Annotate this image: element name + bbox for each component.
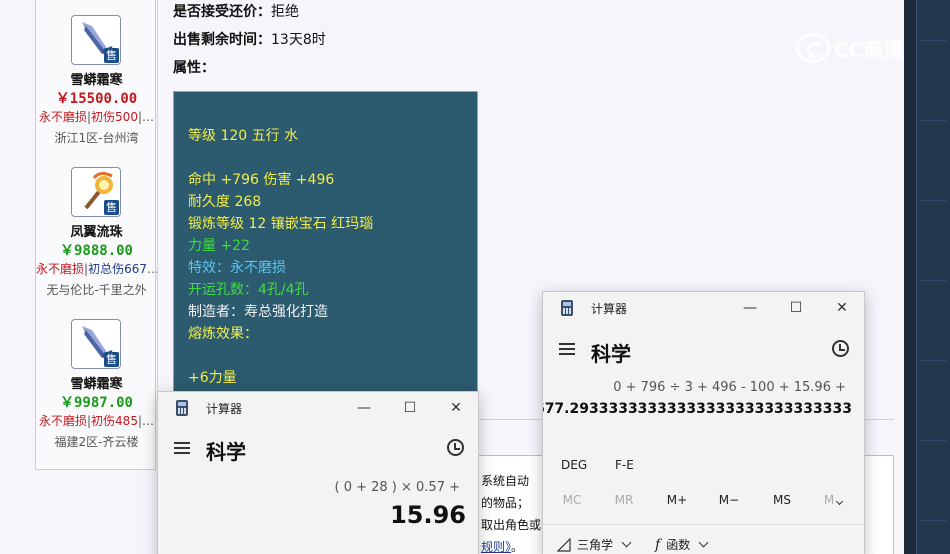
attributes-label: 属性：: [173, 60, 215, 76]
function-icon: f: [655, 536, 661, 553]
tag-no-wear: 永不磨损: [38, 414, 87, 428]
tag-damage: 初总伤667: [88, 262, 147, 276]
attr-line: 命中 +796 伤害 +496: [188, 172, 335, 188]
tag-damage: 初伤485: [91, 414, 138, 428]
item-name[interactable]: 雪蟒霜寒: [36, 373, 157, 392]
accept-offer-label: 是否接受还价：: [173, 4, 271, 20]
item-name[interactable]: 雪蟒霜寒: [36, 69, 157, 88]
attr-line: 等级 120 五行 水: [188, 128, 299, 144]
chevron-down-icon: [621, 537, 632, 548]
function-label: 函数: [666, 538, 691, 552]
rules-link[interactable]: 规则》: [481, 540, 511, 554]
attr-line: 制造者：寿总强化打造: [188, 304, 328, 320]
history-icon[interactable]: [832, 340, 849, 357]
chevron-down-icon: [698, 537, 709, 548]
memory-store-button[interactable]: MS: [756, 493, 808, 507]
trigonometry-dropdown[interactable]: 三角学: [557, 536, 632, 553]
memory-recall-button[interactable]: MR: [598, 493, 650, 507]
menu-icon[interactable]: [559, 343, 575, 355]
history-icon[interactable]: [447, 439, 464, 456]
recommended-items-sidebar: 售 雪蟒霜寒 ￥15500.00 永不磨损|初伤500|… 浙江1区-台州湾 售…: [35, 0, 157, 470]
item-name[interactable]: 凤翼流珠: [36, 221, 157, 240]
tag-more: |…: [137, 110, 154, 124]
calculator-titlebar[interactable]: 计算器 — ☐ ✕: [158, 392, 478, 424]
menu-icon[interactable]: [174, 442, 190, 454]
angle-mode-button[interactable]: DEG: [561, 458, 587, 472]
trigonometry-label: 三角学: [577, 538, 614, 552]
expression-display: ( 0 + 28 ) × 0.57 +: [334, 480, 460, 495]
attr-line: 力量 +22: [188, 238, 250, 254]
close-button[interactable]: ✕: [433, 394, 478, 422]
watermark-text: CC商播: [834, 37, 904, 62]
minimize-button[interactable]: —: [341, 394, 387, 422]
memory-clear-button[interactable]: MC: [546, 493, 598, 507]
rules-line: 系统自动: [481, 474, 530, 488]
close-button[interactable]: ✕: [819, 294, 864, 322]
item-tags: 永不磨损|初伤485|…: [38, 414, 154, 428]
calculator-window-left[interactable]: 计算器 — ☐ ✕ 科学 ( 0 + 28 ) × 0.57 + 15.96: [157, 391, 479, 554]
sale-badge: 售: [104, 352, 119, 367]
accept-offer-row: 是否接受还价：拒绝: [173, 1, 299, 21]
tag-no-wear: 永不磨损: [38, 110, 87, 124]
tag-more: |…: [137, 414, 154, 428]
calculator-app-icon: [176, 400, 188, 416]
rules-line: 规则》。: [481, 540, 524, 554]
window-title: 计算器: [206, 402, 243, 416]
item-tags: 永不磨损|初总伤667…: [36, 260, 157, 277]
rules-line: 取出角色或: [481, 518, 542, 532]
calculator-titlebar[interactable]: 计算器 — ☐ ✕: [543, 292, 864, 324]
tag-damage: 初伤500: [91, 110, 138, 124]
item-server: 福建2区-齐云楼: [54, 435, 139, 449]
item-price: ￥9987.00: [59, 395, 133, 411]
item-tags: 永不磨损|初伤500|…: [38, 110, 154, 124]
function-dropdown[interactable]: f 函数: [655, 536, 709, 553]
result-display: 15.96: [390, 501, 466, 529]
cc-logo-icon: [796, 33, 830, 63]
memory-add-button[interactable]: M+: [651, 493, 703, 507]
window-title: 计算器: [591, 302, 628, 316]
maximize-button[interactable]: ☐: [773, 294, 819, 322]
attr-line: 耐久度 268: [188, 194, 262, 210]
accept-offer-value: 拒绝: [271, 4, 299, 20]
item-price: ￥15500.00: [55, 91, 138, 107]
minimize-button[interactable]: —: [727, 294, 773, 322]
maximize-button[interactable]: ☐: [387, 394, 433, 422]
triangle-icon: [557, 537, 571, 552]
tag-no-wear: 永不磨损: [36, 262, 85, 276]
item-server: 浙江1区-台州湾: [54, 131, 139, 145]
item-price: ￥9888.00: [59, 243, 133, 259]
attr-line: 特效：永不磨损: [188, 260, 286, 276]
calculator-window-right[interactable]: 计算器 — ☐ ✕ 科学 0 + 796 ÷ 3 + 496 - 100 + 1…: [542, 291, 865, 554]
time-left-value: 13天8时: [271, 32, 326, 48]
time-left-row: 出售剩余时间：13天8时: [173, 29, 326, 49]
item-server: 无与伦比-千里之外: [46, 283, 147, 297]
frost-sword-icon[interactable]: 售: [71, 319, 121, 369]
attr-line: 熔炼效果：: [188, 326, 258, 342]
attr-line: 开运孔数：4孔/4孔: [188, 282, 309, 298]
memory-list-button[interactable]: M: [807, 493, 859, 507]
mode-title: 科学: [206, 440, 246, 464]
right-scroll-strip: [916, 0, 950, 554]
expression-display: 0 + 796 ÷ 3 + 496 - 100 + 15.96 +: [613, 380, 846, 395]
fe-button[interactable]: F-E: [615, 458, 634, 472]
mode-title: 科学: [591, 342, 631, 366]
rules-line: 的物品；: [481, 496, 530, 510]
time-left-label: 出售剩余时间：: [173, 32, 271, 48]
divider: [543, 524, 864, 525]
attr-line: 锻炼等级 12 镶嵌宝石 红玛瑙: [188, 216, 374, 232]
phoenix-orb-icon[interactable]: 售: [71, 167, 121, 217]
attributes-panel: 等级 120 五行 水 命中 +796 伤害 +496 耐久度 268 锻炼等级…: [173, 91, 478, 411]
tag-more: …: [147, 262, 157, 276]
attr-line: +6力量: [188, 370, 237, 386]
sale-badge: 售: [104, 200, 119, 215]
watermark-logo: CC商播: [796, 33, 903, 63]
calculator-app-icon: [561, 300, 573, 316]
memory-subtract-button[interactable]: M−: [703, 493, 755, 507]
sale-badge: 售: [104, 48, 119, 63]
frost-sword-icon[interactable]: 售: [71, 15, 121, 65]
result-display: 677.29333333333333333333333333333: [542, 401, 852, 417]
